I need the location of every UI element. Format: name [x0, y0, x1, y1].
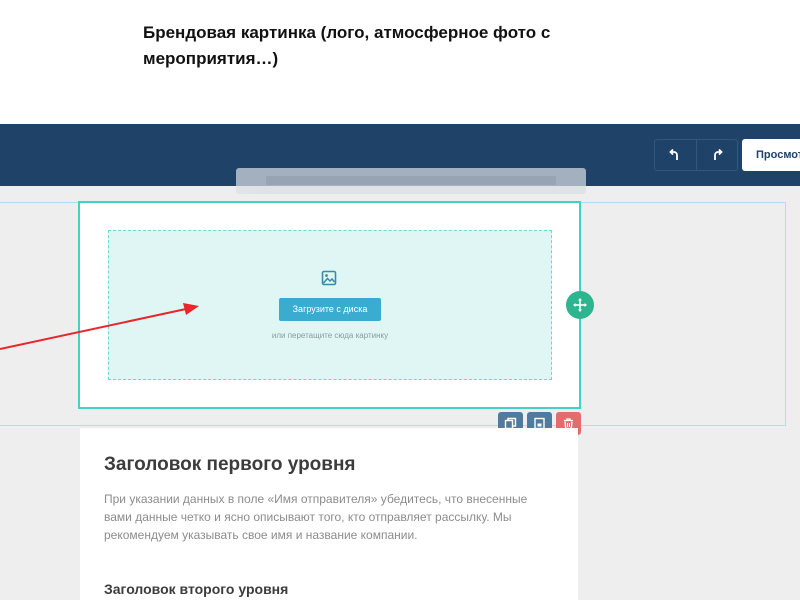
undo-redo-group [654, 139, 738, 171]
heading-level-2: Заголовок второго уровня [104, 581, 289, 597]
image-icon [321, 270, 337, 286]
drag-ghost [236, 168, 586, 194]
undo-button[interactable] [655, 140, 696, 170]
annotation-caption: Брендовая картинка (лого, атмосферное фо… [143, 23, 551, 68]
body-paragraph: При указании данных в поле «Имя отправит… [104, 492, 528, 542]
drop-hint-text: или перетащите сюда картинку [271, 331, 389, 340]
heading-level-1: Заголовок первого уровня [104, 454, 356, 475]
text-block[interactable]: Заголовок первого уровня При указании да… [80, 428, 578, 600]
preview-button[interactable]: Просмотр [742, 139, 800, 171]
upload-from-disk-button[interactable]: Загрузите с диска [279, 298, 381, 321]
move-handle[interactable] [566, 291, 594, 319]
redo-button[interactable] [695, 140, 737, 170]
undo-icon [669, 148, 679, 160]
move-icon [573, 298, 587, 312]
redo-icon [714, 148, 723, 160]
